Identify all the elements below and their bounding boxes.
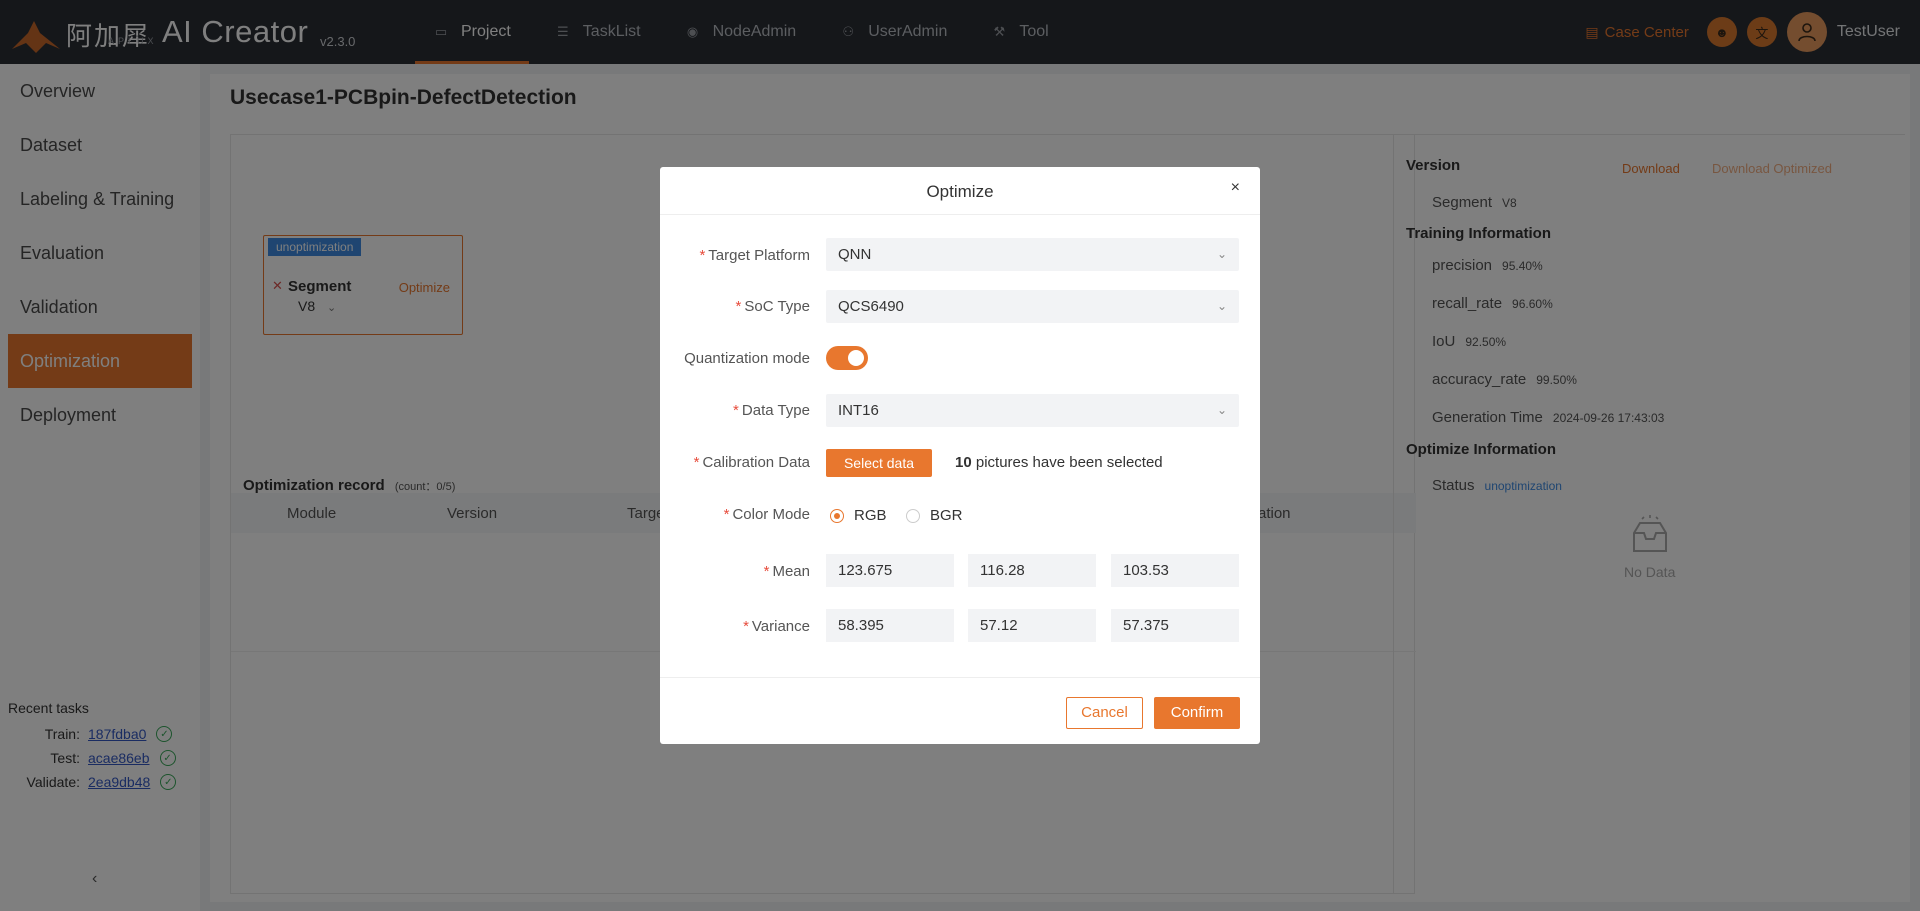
soc-type-value: QCS6490 [838,298,904,315]
calibration-data-label-text: Calibration Data [702,454,810,471]
optimize-dialog: Optimize × * Target Platform QNN ⌄ * SoC Ty… [660,167,1260,744]
data-type-select[interactable]: INT16 ⌄ [826,394,1239,427]
data-type-label-text: Data Type [741,402,810,419]
target-platform-label-text: Target Platform [708,247,810,264]
required-mark: * [699,247,706,264]
required-mark: * [733,402,739,419]
calibration-data-label: * Calibration Data [660,454,810,471]
calibration-selection-info: 10 pictures have been selected [955,454,1163,471]
variance-input-g[interactable]: 57.12 [968,609,1096,642]
dialog-title: Optimize [660,167,1260,215]
soc-type-label-text: SoC Type [744,298,810,315]
quantization-mode-label: Quantization mode [684,350,810,367]
radio-bgr-label: BGR [930,507,963,524]
data-type-label: * Data Type [660,402,810,419]
target-platform-select[interactable]: QNN ⌄ [826,238,1239,271]
chevron-down-icon: ⌄ [1216,403,1227,417]
required-mark: * [763,563,770,580]
dialog-footer-divider [660,677,1260,678]
radio-bgr[interactable]: BGR [906,507,963,524]
mean-input-b[interactable]: 103.53 [1111,554,1239,587]
required-mark: * [693,454,700,471]
calibration-count: 10 [955,454,972,471]
radio-rgb-label: RGB [854,507,887,524]
radio-rgb[interactable]: RGB [830,507,887,524]
color-mode-label: * Color Mode [660,506,810,523]
radio-dot [830,508,844,523]
data-type-value: INT16 [838,402,879,419]
select-data-button[interactable]: Select data [826,449,932,477]
soc-type-select[interactable]: QCS6490 ⌄ [826,290,1239,323]
mean-label: * Mean [660,563,810,580]
target-platform-label: * Target Platform [660,247,810,264]
color-mode-label-text: Color Mode [732,506,810,523]
required-mark: * [743,618,749,635]
mean-input-g[interactable]: 116.28 [968,554,1096,587]
confirm-button[interactable]: Confirm [1154,697,1240,729]
variance-label: * Variance [660,618,810,635]
variance-input-b[interactable]: 57.375 [1111,609,1239,642]
required-mark: * [723,506,730,523]
calibration-info-text: pictures have been selected [975,454,1163,471]
required-mark: * [735,298,742,315]
mean-input-r[interactable]: 123.675 [826,554,954,587]
chevron-down-icon: ⌄ [1216,247,1227,261]
mean-label-text: Mean [772,563,810,580]
chevron-down-icon: ⌄ [1216,299,1227,313]
variance-input-r[interactable]: 58.395 [826,609,954,642]
target-platform-value: QNN [838,246,872,263]
cancel-button[interactable]: Cancel [1066,697,1143,729]
variance-label-text: Variance [751,618,810,635]
soc-type-label: * SoC Type [660,298,810,315]
radio-dot [906,508,920,523]
close-icon[interactable]: × [1231,179,1240,197]
quantization-toggle[interactable] [826,346,868,370]
